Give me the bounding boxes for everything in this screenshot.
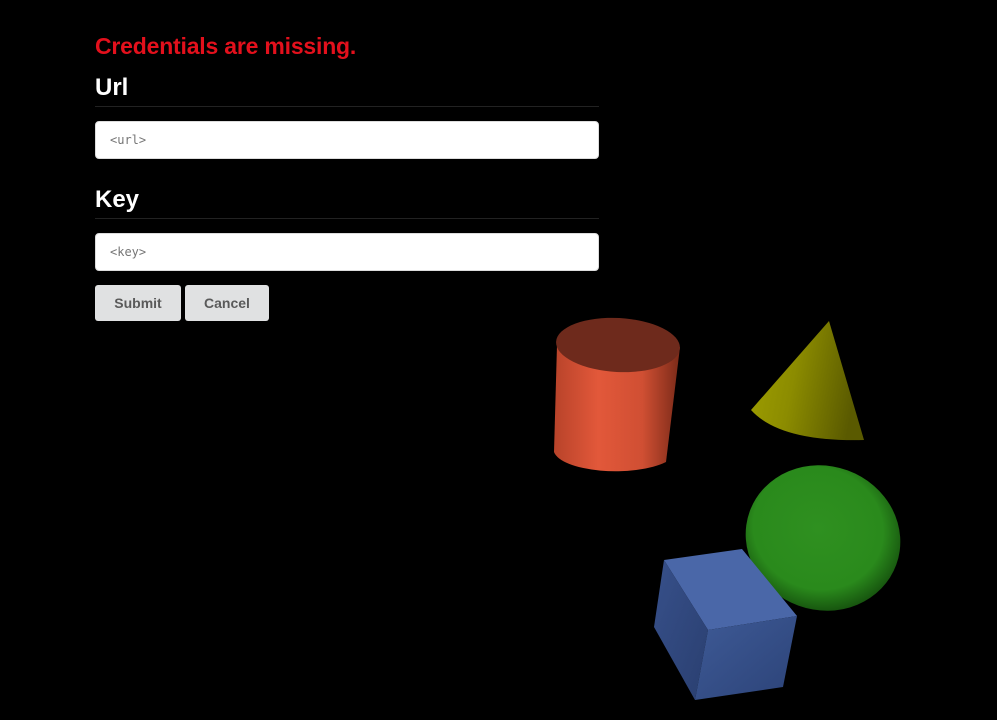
url-heading: Url <box>95 73 599 107</box>
cylinder-shape <box>554 317 680 472</box>
credentials-form: Credentials are missing. Url Key Submit … <box>95 30 599 321</box>
url-input[interactable] <box>95 121 599 159</box>
form-actions: Submit Cancel <box>95 285 599 321</box>
key-input[interactable] <box>95 233 599 271</box>
cancel-button[interactable]: Cancel <box>185 285 269 321</box>
key-heading: Key <box>95 185 599 219</box>
submit-button[interactable]: Submit <box>95 285 181 321</box>
page: Credentials are missing. Url Key Submit … <box>0 0 997 720</box>
error-message: Credentials are missing. <box>95 33 357 59</box>
cube-shape <box>654 549 797 700</box>
sphere-shape <box>745 465 901 611</box>
cone-shape <box>751 321 864 441</box>
